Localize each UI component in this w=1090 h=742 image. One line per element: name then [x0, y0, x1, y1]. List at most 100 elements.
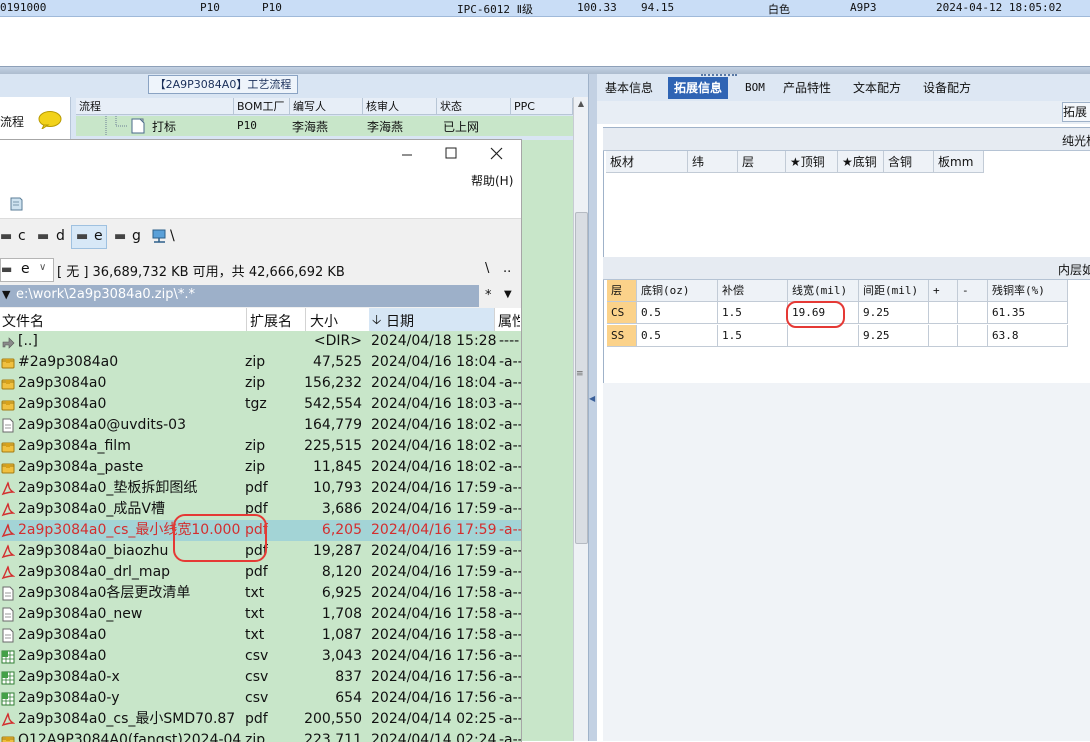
file-ext: csv: [245, 648, 269, 664]
process-col-reviewer[interactable]: 核审人: [363, 98, 437, 115]
file-row[interactable]: 2a9p3084a0-y csv 654 2024/04/16 17:56 -a--: [0, 688, 521, 709]
col-date-sorted[interactable]: 🡣 日期: [369, 308, 494, 331]
file-date: 2024/04/16 17:56: [371, 690, 497, 706]
sort-down-icon: 🡣: [372, 313, 382, 328]
tab-bom[interactable]: BOM: [739, 77, 771, 99]
file-row[interactable]: 2a9p3084a0-x csv 837 2024/04/16 17:56 -a--: [0, 667, 521, 688]
current-path-bar[interactable]: ▼ e:\work\2a9p3084a0.zip\*.* * ▼: [0, 285, 521, 307]
trace-col[interactable]: 线宽(mil): [788, 280, 859, 302]
drive-select-value: e: [21, 261, 30, 277]
chevron-down-icon[interactable]: ∨: [39, 262, 46, 273]
menu-help[interactable]: 帮助(H): [471, 172, 513, 189]
file-row[interactable]: 2a9p3084a0 txt 1,087 2024/04/16 17:58 -a--: [0, 625, 521, 646]
root-dir-button[interactable]: \: [485, 261, 489, 276]
file-ext: zip: [245, 459, 266, 475]
drive-select[interactable]: ▬ e ∨: [0, 258, 54, 282]
close-icon[interactable]: [490, 147, 503, 160]
process-col-writer[interactable]: 编写人: [290, 98, 363, 115]
filter-dropdown-icon[interactable]: ▼: [504, 289, 512, 300]
trace-col[interactable]: +: [929, 280, 958, 302]
trace-cell: [788, 325, 859, 347]
file-row[interactable]: 2a9p3084a0各层更改清单 txt 6,925 2024/04/16 17:58…: [0, 583, 521, 604]
file-row[interactable]: 2a9p3084a0_cs_最小SMD70.87 pdf 200,550 2024/0…: [0, 709, 521, 730]
trace-col[interactable]: 底铜(oz): [637, 280, 718, 302]
file-ext: txt: [245, 627, 265, 643]
col-size[interactable]: 大小: [310, 311, 338, 331]
file-size: 10,793: [313, 480, 362, 496]
process-col-status[interactable]: 状态: [437, 98, 511, 115]
file-row[interactable]: 2a9p3084a0 tgz 542,554 2024/04/16 18:03 -a--: [0, 394, 521, 415]
file-size: 1,708: [321, 606, 362, 622]
file-manager-menubar: 帮助(H): [0, 168, 521, 188]
filter-box[interactable]: * ▼: [479, 285, 521, 307]
material-col[interactable]: ★底铜: [838, 151, 884, 173]
file-size: 1,087: [321, 627, 362, 643]
trace-col[interactable]: 补偿: [718, 280, 788, 302]
file-row[interactable]: 2a9p3084a0 csv 3,043 2024/04/16 17:56 -a--: [0, 646, 521, 667]
trace-cell: [958, 302, 988, 324]
file-row[interactable]: 2a9p3084a0@uvdits-03 164,779 2024/04/16 18…: [0, 415, 521, 436]
comment-icon[interactable]: [38, 111, 62, 129]
tab-extended-info[interactable]: 拓展信息: [668, 77, 729, 99]
process-scrollbar[interactable]: ▲ ≡: [573, 97, 588, 741]
splitter-arrow-icon[interactable]: ◀: [589, 394, 595, 410]
trace-col[interactable]: -: [958, 280, 988, 302]
tab-basic-info[interactable]: 基本信息: [599, 77, 659, 99]
file-ext: zip: [245, 438, 266, 454]
drive-c-button[interactable]: c: [18, 228, 26, 244]
minimize-icon[interactable]: [401, 148, 413, 160]
material-col[interactable]: 含铜: [884, 151, 934, 173]
file-attr: -a--: [499, 606, 521, 622]
file-row[interactable]: 2a9p3084a_paste zip 11,845 2024/04/16 18:02…: [0, 457, 521, 478]
file-ext: pdf: [245, 480, 268, 496]
material-col[interactable]: 板材: [606, 151, 688, 173]
file-list-header: 文件名 扩展名 大小 🡣 日期 属性: [0, 308, 521, 332]
file-row[interactable]: #2a9p3084a0 zip 47,525 2024/04/16 18:04 -a--: [0, 352, 521, 373]
file-ext: zip: [245, 732, 266, 742]
file-size: 19,287: [313, 543, 362, 559]
material-col[interactable]: 层: [738, 151, 786, 173]
process-col-flow[interactable]: 流程: [76, 98, 234, 115]
tab-text-recipe[interactable]: 文本配方: [847, 77, 907, 99]
process-col-bom[interactable]: BOM工厂: [234, 98, 290, 115]
notepad-icon[interactable]: [8, 196, 24, 212]
drive-e-button[interactable]: e: [94, 228, 103, 244]
file-row[interactable]: 2a9p3084a0_垫板拆卸图纸 pdf 10,793 2024/04/16 17:…: [0, 478, 521, 499]
file-attr: -a--: [499, 648, 521, 664]
col-attr[interactable]: 属性: [498, 311, 520, 331]
scroll-up-icon[interactable]: ▲: [575, 99, 587, 109]
file-manager-toolbar: [0, 188, 521, 219]
trace-col[interactable]: 层: [607, 280, 637, 302]
extended-sub-tab[interactable]: 拓展: [1062, 102, 1090, 122]
file-row[interactable]: 2a9p3084a0_drl_map pdf 8,120 2024/04/16 17:…: [0, 562, 521, 583]
drive-d-button[interactable]: d: [56, 228, 65, 244]
trace-col[interactable]: 间距(mil): [859, 280, 929, 302]
parent-dir-button[interactable]: ..: [503, 261, 511, 276]
file-row[interactable]: Q12A9P3084A0(fangst)2024-04 zip 223,711 202…: [0, 730, 521, 742]
path-history-icon[interactable]: ▼: [2, 288, 10, 301]
file-row[interactable]: 2a9p3084a_film zip 225,515 2024/04/16 18:02…: [0, 436, 521, 457]
drive-g-button[interactable]: g: [132, 228, 141, 244]
file-row[interactable]: [..] <DIR> 2024/04/18 15:28 ----: [0, 331, 521, 352]
trace-col[interactable]: 残铜率(%): [988, 280, 1068, 302]
trace-cell: SS: [607, 325, 637, 347]
tab-equipment-recipe[interactable]: 设备配方: [917, 77, 977, 99]
current-path: e:\work\2a9p3084a0.zip\*.*: [16, 287, 196, 302]
process-left-label: 流程: [0, 115, 25, 129]
process-col-ppc[interactable]: PPC: [511, 98, 573, 115]
section-inner-layer-bar: [603, 257, 1090, 280]
col-name[interactable]: 文件名: [2, 311, 44, 331]
file-name: 2a9p3084a0@uvdits-03: [18, 417, 186, 433]
maximize-icon[interactable]: [445, 147, 457, 159]
network-drive-button[interactable]: \: [170, 228, 175, 244]
material-col[interactable]: ★顶铜: [786, 151, 838, 173]
file-row[interactable]: 2a9p3084a0 zip 156,232 2024/04/16 18:04 -a--: [0, 373, 521, 394]
file-size: 6,205: [321, 522, 362, 538]
file-ext: zip: [245, 354, 266, 370]
file-date: 2024/04/16 18:02: [371, 459, 497, 475]
material-col[interactable]: 纬: [688, 151, 738, 173]
file-row[interactable]: 2a9p3084a0_new txt 1,708 2024/04/16 17:58 -a…: [0, 604, 521, 625]
tab-product-features[interactable]: 产品特性: [777, 77, 837, 99]
material-col[interactable]: 板mm: [934, 151, 984, 173]
col-ext[interactable]: 扩展名: [250, 311, 292, 331]
